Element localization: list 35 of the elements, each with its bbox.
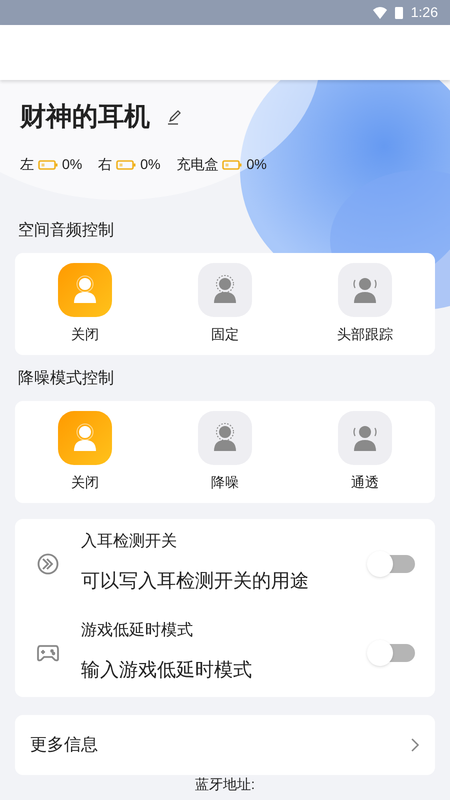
mode-option[interactable]: 固定: [155, 263, 295, 345]
setting-title: 游戏低延时模式: [81, 620, 194, 642]
wifi-icon: [372, 6, 387, 18]
battery-label: 左: [20, 155, 34, 174]
chevron-right-icon: [410, 737, 420, 753]
ear-detect-icon: [36, 552, 60, 576]
battery-reading: 0%: [62, 155, 82, 174]
setting-description: 输入游戏低延时模式: [81, 659, 253, 684]
battery-reading: 0%: [246, 155, 267, 174]
battery-label: 右: [98, 155, 112, 174]
mode-option[interactable]: 头部跟踪: [295, 263, 435, 345]
status-time: 1:26: [410, 3, 438, 22]
head-tracking-icon: [351, 275, 379, 305]
battery-icon: [116, 160, 136, 170]
battery-icon: [38, 160, 58, 170]
head-tracking-icon: [351, 423, 379, 453]
section-title: 空间音频控制: [17, 220, 115, 241]
fixed-head-icon: [211, 275, 239, 305]
battery-label: 充电盒: [176, 155, 218, 174]
battery-icon: [222, 160, 242, 170]
section-title: 降噪模式控制: [17, 368, 115, 389]
bluetooth-address-label: 蓝牙地址:: [195, 776, 255, 792]
device-name: 财神的耳机: [20, 100, 150, 133]
mode-option[interactable]: 关闭: [15, 263, 155, 345]
battery-reading: 0%: [140, 155, 160, 174]
mode-option[interactable]: 通透: [295, 411, 435, 493]
mode-option[interactable]: 降噪: [155, 411, 295, 493]
setting-description: 可以写入耳检测开关的用途: [81, 570, 310, 594]
mode-option[interactable]: 关闭: [15, 411, 155, 493]
setting-title: 入耳检测开关: [81, 532, 178, 552]
more-info-row[interactable]: 更多信息: [15, 715, 435, 775]
person-icon: [71, 423, 99, 453]
person-icon: [71, 275, 99, 305]
fixed-head-icon: [211, 423, 239, 453]
battery-status-icon: [394, 6, 403, 19]
